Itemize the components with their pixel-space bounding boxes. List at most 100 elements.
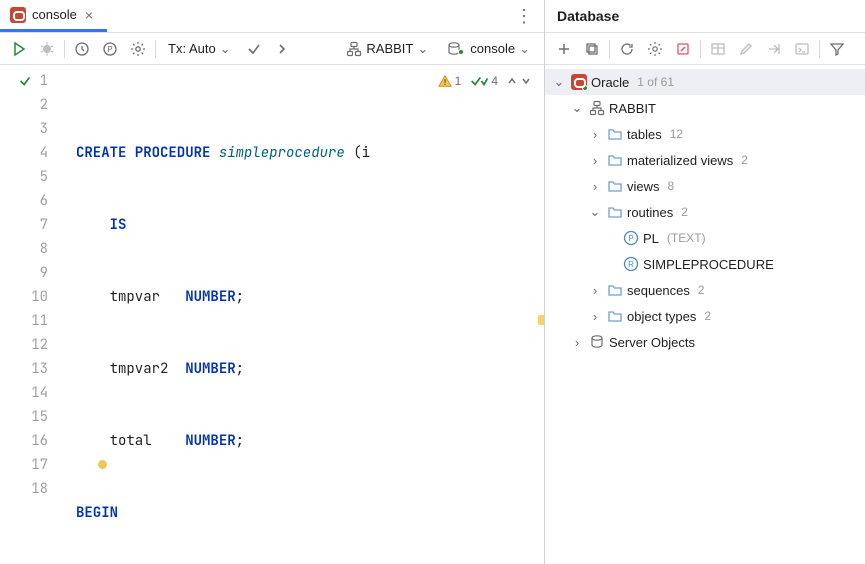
chevron-up-icon [506, 75, 518, 87]
tree-label: views [627, 179, 660, 194]
folder-icon [607, 308, 623, 324]
editor-tabs: console × ⋮ [0, 0, 544, 33]
tree-datasource[interactable]: ⌄ Oracle 1 of 61 [545, 69, 865, 95]
tree-count: 2 [681, 205, 688, 219]
tree-schema[interactable]: ⌄ RABBIT [545, 95, 865, 121]
explain-button[interactable]: P [99, 38, 121, 60]
database-toolbar [545, 33, 865, 65]
tree-folder-tables[interactable]: › tables 12 [545, 121, 865, 147]
session-selector[interactable]: console⌄ [440, 41, 536, 57]
svg-text:P: P [107, 45, 112, 54]
filter-button[interactable] [826, 38, 848, 60]
tab-console[interactable]: console × [0, 0, 107, 32]
debug-button[interactable] [36, 38, 58, 60]
tree-label: Oracle [591, 75, 629, 90]
line-num: 4 [40, 141, 48, 165]
table-view-button[interactable] [707, 38, 729, 60]
close-icon[interactable]: × [83, 7, 95, 23]
line-num: 15 [31, 405, 48, 429]
tree-label: materialized views [627, 153, 733, 168]
edit-button[interactable] [735, 38, 757, 60]
oracle-icon [10, 7, 26, 23]
rollback-button[interactable] [271, 38, 293, 60]
refresh-button[interactable] [616, 38, 638, 60]
console-button[interactable] [791, 38, 813, 60]
warning-icon [438, 74, 452, 88]
tree-server-objects[interactable]: › Server Objects [545, 329, 865, 355]
add-button[interactable] [553, 38, 575, 60]
database-panel-title: Database [545, 0, 865, 33]
chevron-down-icon: ⌄ [417, 41, 428, 57]
schema-icon [589, 100, 605, 116]
settings-button[interactable] [127, 38, 149, 60]
line-num: 16 [31, 429, 48, 453]
tree-routine-simpleprocedure[interactable]: R SIMPLEPROCEDURE [545, 251, 865, 277]
history-button[interactable] [71, 38, 93, 60]
tree-label: RABBIT [609, 101, 656, 116]
jump-button[interactable] [763, 38, 785, 60]
tree-count: 1 of 61 [637, 75, 674, 89]
problems-widget[interactable]: 1 4 [432, 69, 532, 93]
settings-button[interactable] [644, 38, 666, 60]
warning-marker[interactable] [98, 460, 107, 469]
tree-count: 2 [698, 283, 705, 297]
duplicate-button[interactable] [581, 38, 603, 60]
tree-label: SIMPLEPROCEDURE [643, 257, 774, 272]
editor-toolbar: P Tx: Auto ⌄ RABBIT⌄ console⌄ [0, 33, 544, 65]
tx-label: Tx: Auto [168, 41, 216, 56]
nav-arrows[interactable] [506, 75, 532, 87]
check-icon [480, 74, 488, 88]
chevron-down-icon: ⌄ [220, 41, 231, 57]
chevron-down-icon: ⌄ [587, 204, 603, 220]
database-tree[interactable]: ⌄ Oracle 1 of 61 ⌄ RABBIT › tables 12 › mat… [545, 65, 865, 359]
line-num: 17 [31, 453, 48, 477]
chevron-right-icon: › [569, 334, 585, 350]
chevron-down-icon: ⌄ [569, 100, 585, 116]
chevron-down-icon [520, 75, 532, 87]
tree-label: routines [627, 205, 673, 220]
tree-folder-sequences[interactable]: › sequences 2 [545, 277, 865, 303]
chevron-right-icon: › [587, 308, 603, 324]
chevron-right-icon: › [587, 282, 603, 298]
code-area[interactable]: 1 4 CREATE PROCEDURE simpleprocedure (i … [56, 65, 544, 564]
folder-icon [607, 126, 623, 142]
chevron-down-icon: ⌄ [519, 41, 530, 57]
folder-icon [607, 152, 623, 168]
code-editor[interactable]: 1 2 3 4 5 6 7 8 9 10 11 12 13 14 15 16 1… [0, 65, 544, 564]
tree-folder-matviews[interactable]: ›materialized views2 [545, 147, 865, 173]
chevron-right-icon: › [587, 152, 603, 168]
folder-icon [607, 204, 623, 220]
tree-folder-objtypes[interactable]: ›object types2 [545, 303, 865, 329]
line-num: 9 [40, 261, 48, 285]
tree-label: Server Objects [609, 335, 695, 350]
change-marker [538, 315, 544, 325]
chevron-down-icon: ⌄ [551, 74, 567, 90]
schema-selector[interactable]: RABBIT⌄ [340, 41, 434, 57]
line-num: 8 [40, 237, 48, 261]
line-num: 5 [40, 165, 48, 189]
oracle-icon [571, 74, 587, 90]
tree-suffix: (TEXT) [667, 231, 706, 245]
line-num: 12 [31, 333, 48, 357]
tree-routine-pl[interactable]: PPL(TEXT) [545, 225, 865, 251]
commit-button[interactable] [243, 38, 265, 60]
chevron-right-icon: › [587, 126, 603, 142]
tab-more-button[interactable]: ⋮ [505, 0, 544, 32]
svg-text:R: R [628, 260, 634, 269]
tree-folder-routines[interactable]: ⌄ routines 2 [545, 199, 865, 225]
tree-count: 12 [670, 127, 683, 141]
tx-mode-selector[interactable]: Tx: Auto ⌄ [162, 41, 237, 57]
line-num: 18 [31, 477, 48, 501]
tree-folder-views[interactable]: ›views8 [545, 173, 865, 199]
schema-icon [346, 41, 362, 57]
line-num: 7 [40, 213, 48, 237]
tab-label: console [32, 7, 77, 22]
tree-label: tables [627, 127, 662, 142]
line-num: 6 [40, 189, 48, 213]
ok-count: 4 [491, 69, 498, 93]
line-num: 11 [31, 309, 48, 333]
tree-label: sequences [627, 283, 690, 298]
run-button[interactable] [8, 38, 30, 60]
svg-text:P: P [628, 234, 633, 243]
stop-button[interactable] [672, 38, 694, 60]
